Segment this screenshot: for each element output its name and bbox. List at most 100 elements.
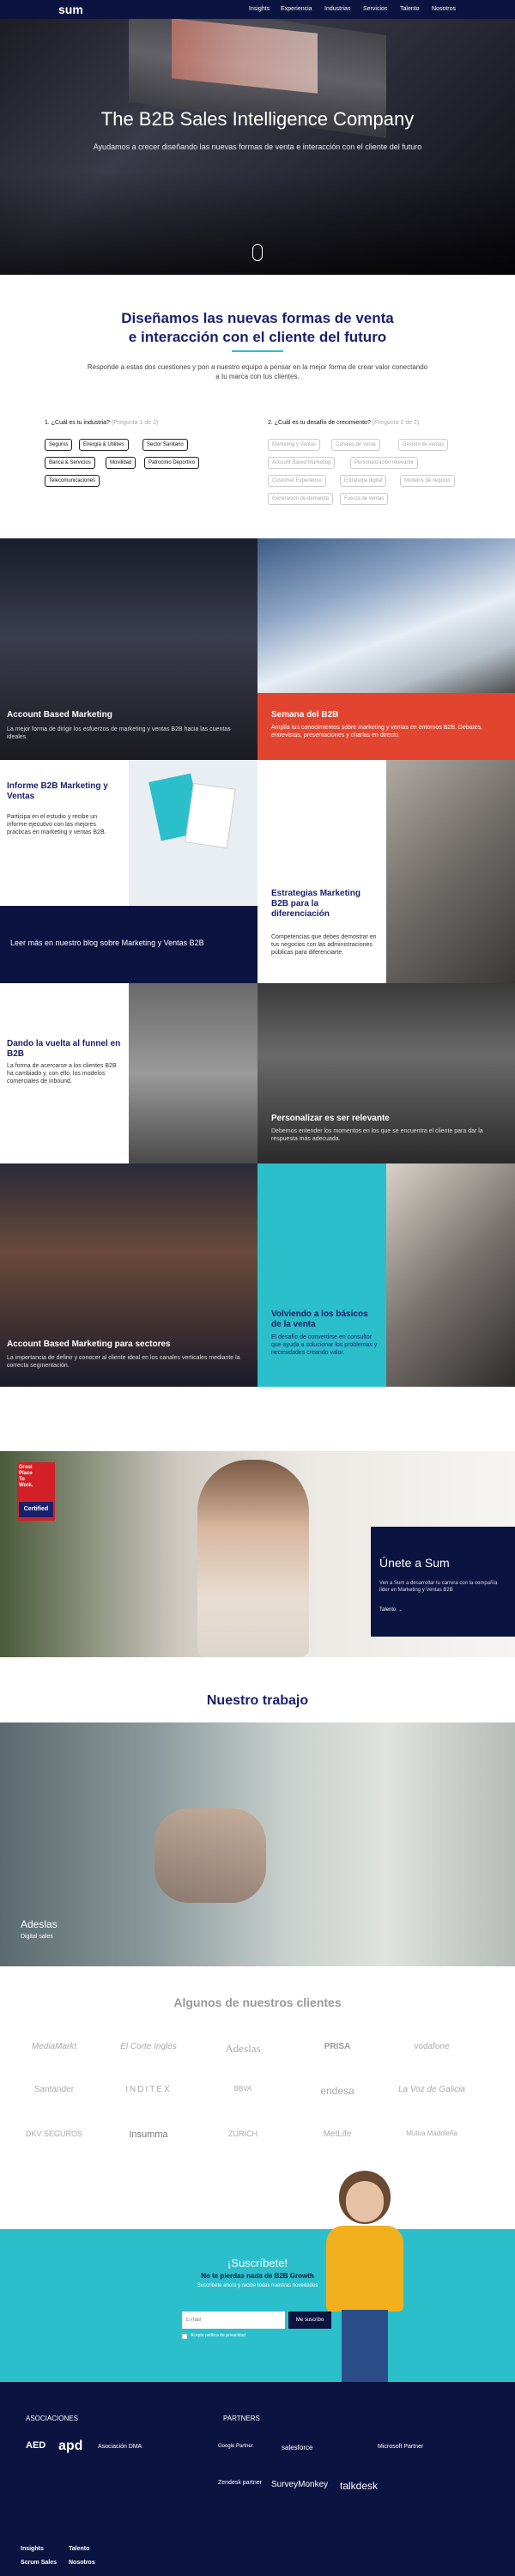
client-logo: BBVA bbox=[233, 2085, 252, 2093]
email-input[interactable] bbox=[182, 2312, 285, 2329]
industry-option[interactable]: Energía & Utilities bbox=[79, 439, 129, 451]
hero-section bbox=[0, 0, 515, 275]
tile-semana-image[interactable] bbox=[258, 538, 515, 693]
blog-link[interactable]: Leer más en nuestro blog sobre Marketing… bbox=[10, 939, 204, 947]
gptw-text: Great Place To Work. bbox=[19, 1465, 53, 1489]
industry-option[interactable]: Telecomunicaciones bbox=[45, 475, 100, 487]
tile-informe-title: Informe B2B Marketing y Ventas bbox=[7, 781, 108, 801]
tile-abm-sectores-title: Account Based Marketing para sectores bbox=[7, 1340, 171, 1349]
privacy-checkbox[interactable] bbox=[182, 2334, 187, 2339]
tile-funnel-title: Dando la vuelta al funnel en B2B bbox=[7, 1039, 121, 1059]
tile-estrategias-image[interactable] bbox=[386, 760, 515, 983]
hero-subtitle: Ayudamos a crecer diseñando las nuevas f… bbox=[93, 143, 422, 151]
challenge-option[interactable]: Personalización relevante bbox=[350, 457, 418, 469]
question-1-label: 1. ¿Cuál es tu industria? (Pregunta 1 de… bbox=[45, 420, 158, 426]
tile-abm[interactable]: Account Based Marketing La mejor forma d… bbox=[0, 538, 258, 760]
tile-estrategias-title: Estrategias Marketing B2B para la difere… bbox=[271, 889, 360, 919]
tile-informe-image[interactable] bbox=[129, 760, 258, 906]
face bbox=[346, 2181, 384, 2222]
footer-link-nosotros[interactable]: Nosotros bbox=[69, 2560, 95, 2566]
footer-link-talento[interactable]: Talento bbox=[69, 2546, 89, 2552]
partner-logo[interactable]: SurveyMonkey bbox=[271, 2480, 328, 2489]
tile-semana-title: Semana del B2B bbox=[271, 710, 339, 720]
title-underline bbox=[232, 350, 283, 352]
tile-personalizar[interactable]: Personalizar es ser relevante Debemos en… bbox=[258, 983, 515, 1163]
client-logo: DKV SEGUROS bbox=[25, 2129, 82, 2138]
clients-title: Algunos de nuestros clientes bbox=[173, 1996, 342, 2009]
challenge-option[interactable]: Canales de venta bbox=[331, 439, 380, 451]
client-logo: El Corte Inglés bbox=[120, 2042, 177, 2051]
nav-talento[interactable]: Talento bbox=[400, 6, 420, 12]
challenge-option[interactable]: Account Based Marketing bbox=[268, 457, 336, 469]
work-image[interactable] bbox=[0, 1722, 515, 1966]
challenge-option[interactable]: Gestión de ventas bbox=[398, 439, 449, 451]
woman-photo bbox=[197, 1460, 309, 1657]
nav-servicios[interactable]: Servicios bbox=[363, 6, 387, 12]
tile-personalizar-desc: Debemos entender los momentos en los que… bbox=[271, 1128, 483, 1142]
challenge-option[interactable]: Estrategia digital bbox=[340, 475, 387, 487]
assoc-logo[interactable]: Asociación DMA bbox=[98, 2444, 142, 2450]
challenge-option[interactable]: Customer Experience bbox=[268, 475, 326, 487]
question-2-text: 2. ¿Cuál es tu desafío de crecimiento? bbox=[268, 420, 371, 426]
talento-link[interactable]: Talento → bbox=[379, 1607, 403, 1613]
design-section-title: Diseñamos las nuevas formas de venta e i… bbox=[0, 309, 515, 347]
nav-nosotros[interactable]: Nosotros bbox=[432, 6, 456, 12]
industry-option[interactable]: Banca & Servicios bbox=[45, 457, 95, 469]
challenge-option[interactable]: Marketing y Ventas bbox=[268, 439, 321, 451]
partner-logo[interactable]: talkdesk bbox=[340, 2480, 378, 2492]
jeans bbox=[342, 2310, 388, 2382]
work-title: Nuestro trabajo bbox=[206, 1693, 309, 1708]
tile-volviendo[interactable]: Volviendo a los básicos de la venta El d… bbox=[258, 1163, 386, 1387]
work-project-name[interactable]: Adeslas bbox=[21, 1918, 58, 1930]
partner-logo[interactable]: salesforce bbox=[282, 2444, 312, 2451]
partners-title: PARTNERS bbox=[223, 2415, 260, 2422]
mother-child-photo bbox=[154, 1808, 266, 1903]
tile-abm-title: Account Based Marketing bbox=[7, 710, 112, 720]
tile-funnel[interactable]: Dando la vuelta al funnel en B2B La form… bbox=[0, 983, 129, 1163]
gptw-line: Great bbox=[19, 1465, 33, 1470]
tile-estrategias-desc: Competencias que debes demostrar en tus … bbox=[271, 934, 377, 956]
sum-logo[interactable]: sum bbox=[58, 3, 83, 16]
assoc-logo[interactable]: apd bbox=[58, 2439, 82, 2454]
footer-link-insights[interactable]: Insights bbox=[21, 2546, 44, 2552]
industry-option[interactable]: Movilidad bbox=[106, 457, 136, 469]
tile-volviendo-desc: El desafío de convertirse en consultor q… bbox=[271, 1334, 378, 1356]
industry-option[interactable]: Seguros bbox=[45, 439, 73, 451]
client-logo: INDITEX bbox=[125, 2085, 172, 2094]
tile-volviendo-image[interactable] bbox=[386, 1163, 515, 1387]
client-logo: ZURICH bbox=[228, 2129, 258, 2138]
challenge-option[interactable]: Generación de demanda bbox=[268, 493, 334, 505]
tile-funnel-image[interactable] bbox=[129, 983, 258, 1163]
challenge-option[interactable]: Modelos de negocio bbox=[400, 475, 455, 487]
work-project-tag: Digital sales bbox=[21, 1934, 53, 1940]
tile-abm-sectores-desc: La importancia de definir y conocer al c… bbox=[7, 1355, 240, 1369]
subscribe-button[interactable]: Me suscribo bbox=[288, 2312, 331, 2329]
assoc-logo[interactable]: AED bbox=[26, 2440, 45, 2451]
gptw-line: To bbox=[19, 1477, 25, 1482]
partner-logo[interactable]: Zendesk partner bbox=[218, 2480, 262, 2486]
challenge-option[interactable]: Fuerza de ventas bbox=[340, 493, 389, 505]
tile-estrategias[interactable]: Estrategias Marketing B2B para la difere… bbox=[258, 760, 386, 983]
design-title-line-2: e interacción con el cliente del futuro bbox=[128, 329, 387, 345]
tile-semana[interactable]: Semana del B2B Amplía tus conocimientos … bbox=[258, 693, 515, 760]
partner-logo[interactable]: Google Partner bbox=[218, 2444, 253, 2449]
gptw-certified: Certified bbox=[19, 1502, 53, 1517]
question-2-hint: (Pregunta 2 de 2) bbox=[372, 420, 420, 426]
subscribe-title: ¡Suscríbete! bbox=[227, 2257, 288, 2269]
client-logo: MetLife bbox=[323, 2129, 352, 2139]
nav-industrias[interactable]: Industrias bbox=[324, 6, 350, 12]
nav-insights[interactable]: Insights bbox=[249, 6, 270, 12]
join-title: Únete a Sum bbox=[379, 1556, 450, 1570]
scroll-down-icon[interactable] bbox=[252, 244, 263, 261]
partner-logo[interactable]: Microsoft Partner bbox=[378, 2444, 423, 2450]
nav-experiencia[interactable]: Experiencia bbox=[281, 6, 312, 12]
tile-informe[interactable]: Informe B2B Marketing y Ventas Participa… bbox=[0, 760, 129, 906]
question-1-text: 1. ¿Cuál es tu industria? bbox=[45, 420, 110, 426]
tile-abm-sectores[interactable]: Account Based Marketing para sectores La… bbox=[0, 1163, 258, 1387]
footer-link-scrum-sales[interactable]: Scrum Sales bbox=[21, 2560, 57, 2566]
subscribe-description: Suscríbete ahora y recibe todas nuestras… bbox=[197, 2283, 318, 2288]
industry-option[interactable]: Patrocinio Deportivo bbox=[144, 457, 200, 469]
industry-option[interactable]: Sector Sanitario bbox=[142, 439, 188, 451]
question-1-hint: (Pregunta 1 de 2) bbox=[111, 420, 159, 426]
client-logo: Santander bbox=[33, 2085, 75, 2094]
